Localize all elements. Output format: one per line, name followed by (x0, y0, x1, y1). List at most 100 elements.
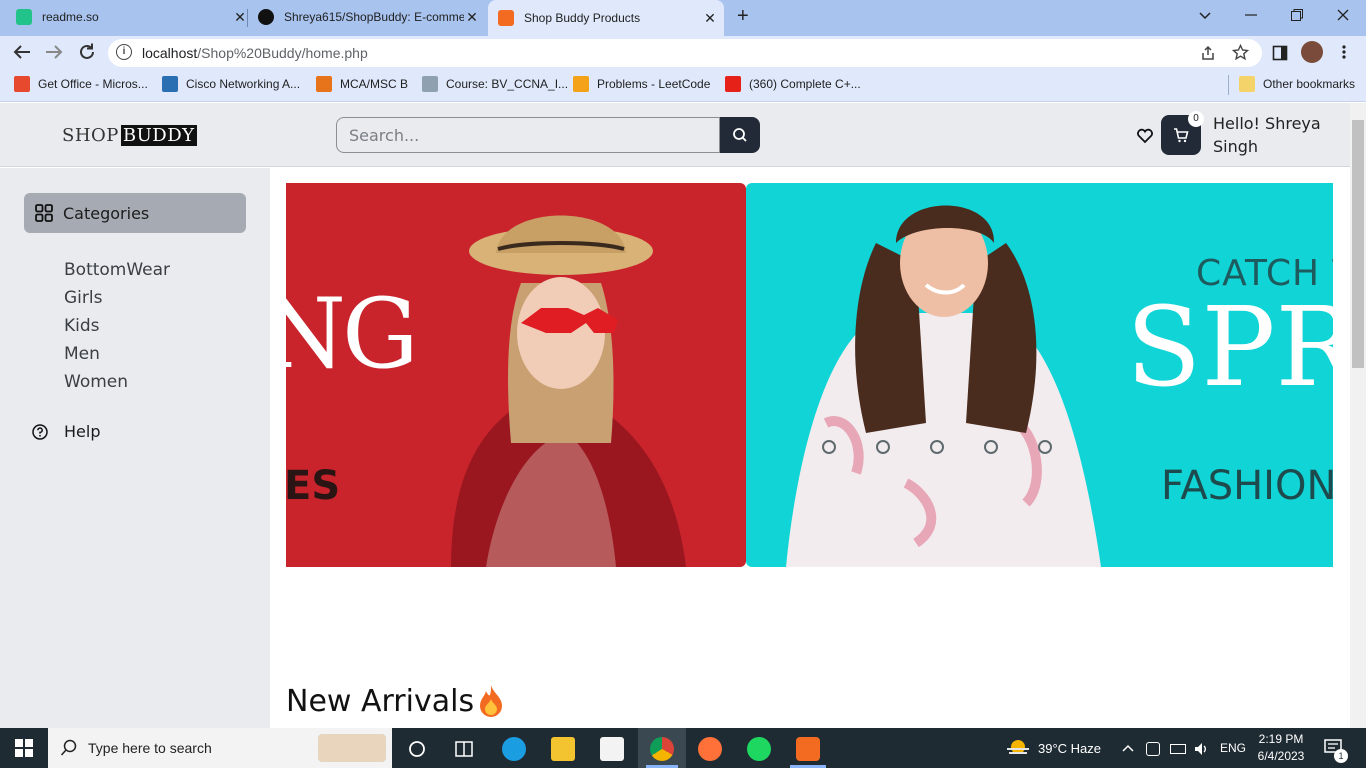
bookmark-mca[interactable]: MCA/MSC B (316, 76, 408, 92)
category-girls[interactable]: Girls (64, 284, 170, 312)
widgets-icon[interactable] (452, 737, 476, 761)
youtube-icon (725, 76, 741, 92)
hero-carousel[interactable]: NG ES CATCH THE (286, 183, 1333, 567)
folder-icon (1239, 76, 1255, 92)
carousel-dot[interactable] (876, 440, 890, 454)
help-label: Help (64, 422, 101, 441)
volume-icon[interactable] (1193, 741, 1209, 757)
search-input[interactable] (337, 118, 719, 152)
close-tab-icon[interactable]: ✕ (232, 9, 248, 26)
tab-title: readme.so (42, 10, 99, 24)
close-tab-icon[interactable]: ✕ (702, 10, 718, 27)
search-button[interactable] (720, 117, 760, 153)
bookmark-label: Problems - LeetCode (597, 77, 711, 91)
tab-title: Shop Buddy Products (524, 11, 641, 25)
carousel-slide-red[interactable]: NG ES (286, 183, 746, 567)
chrome-menu-icon[interactable] (1338, 44, 1350, 60)
sidebar: Categories BottomWear Girls Kids Men Wom… (0, 168, 270, 728)
carousel-dot[interactable] (930, 440, 944, 454)
user-greeting[interactable]: Hello! Shreya Singh (1213, 112, 1333, 158)
category-women[interactable]: Women (64, 368, 170, 396)
weather-haze-icon[interactable] (1005, 737, 1031, 759)
search-highlight-image (318, 734, 386, 762)
carousel-dot[interactable] (984, 440, 998, 454)
carousel-dot[interactable] (822, 440, 836, 454)
slide-headline-text: SPRIN (1126, 283, 1333, 411)
leetcode-icon (573, 76, 589, 92)
notification-count-badge: 1 (1334, 749, 1348, 763)
new-arrivals-heading: New Arrivals (286, 683, 506, 719)
weather-text[interactable]: 39°C Haze (1038, 741, 1101, 756)
xampp-icon[interactable] (796, 737, 820, 761)
taskbar-search-box[interactable]: Type here to search (48, 728, 392, 768)
edge-icon[interactable] (502, 737, 526, 761)
task-view-icon[interactable] (405, 737, 429, 761)
clock[interactable]: 2:19 PM 6/4/2023 (1256, 731, 1306, 765)
store-icon[interactable] (600, 737, 624, 761)
back-arrow-icon[interactable] (12, 43, 32, 61)
readme-favicon-icon (16, 9, 32, 25)
windows-start-icon[interactable] (15, 739, 33, 757)
battery-icon[interactable] (1170, 744, 1186, 754)
scrollbar-thumb[interactable] (1352, 120, 1364, 368)
language-indicator[interactable]: ENG (1220, 741, 1246, 755)
bookmark-get-office[interactable]: Get Office - Micros... (14, 76, 148, 92)
category-list: BottomWear Girls Kids Men Women (64, 256, 170, 396)
categories-button[interactable]: Categories (24, 193, 246, 233)
restore-icon[interactable] (1290, 8, 1304, 22)
forward-arrow-icon[interactable] (44, 43, 64, 61)
share-icon[interactable] (1200, 45, 1216, 61)
category-bottomwear[interactable]: BottomWear (64, 256, 170, 284)
tab-readme[interactable]: readme.so ✕ (16, 0, 248, 34)
slide-subtext: ES (286, 463, 341, 509)
profile-avatar[interactable] (1301, 41, 1323, 63)
close-tab-icon[interactable]: ✕ (464, 9, 480, 26)
carousel-indicators (822, 440, 1092, 454)
close-window-icon[interactable] (1336, 8, 1350, 22)
bookmark-label: Get Office - Micros... (38, 77, 148, 91)
other-bookmarks[interactable]: Other bookmarks (1239, 76, 1355, 92)
bookmark-youtube[interactable]: (360) Complete C+... (725, 76, 861, 92)
category-kids[interactable]: Kids (64, 312, 170, 340)
office-icon (14, 76, 30, 92)
tab-divider (247, 9, 248, 27)
site-info-icon[interactable]: i (116, 44, 132, 60)
spotify-icon[interactable] (747, 737, 771, 761)
reload-icon[interactable] (77, 42, 97, 62)
wishlist-heart-icon[interactable] (1136, 127, 1154, 145)
model-photo-teal (786, 205, 1101, 567)
grid-icon (35, 204, 53, 222)
minimize-icon[interactable] (1244, 8, 1258, 22)
logo-bold-text: BUDDY (120, 125, 197, 146)
web-page: SHOPBUDDY 0 Hello! Shreya Singh Categori… (0, 103, 1350, 728)
bookmark-leetcode[interactable]: Problems - LeetCode (573, 76, 710, 92)
url-text[interactable]: localhost/Shop%20Buddy/home.php (142, 45, 368, 61)
category-men[interactable]: Men (64, 340, 170, 368)
bookmark-label: MCA/MSC B (340, 77, 409, 91)
bookmark-course[interactable]: Course: BV_CCNA_I... (422, 76, 568, 92)
firefox-icon[interactable] (698, 737, 722, 761)
xampp-favicon-icon (498, 10, 514, 26)
bookmark-star-icon[interactable] (1232, 44, 1249, 61)
tab-github[interactable]: Shreya615/ShopBuddy: E-comme ✕ (258, 0, 480, 34)
classroom-icon (316, 76, 332, 92)
bookmarks-divider (1228, 75, 1229, 95)
help-link[interactable]: Help (32, 422, 100, 441)
fire-icon (480, 685, 503, 717)
chrome-icon[interactable] (650, 737, 674, 761)
tray-chevron-up-icon[interactable] (1121, 742, 1135, 754)
course-icon (422, 76, 438, 92)
file-explorer-icon[interactable] (551, 737, 575, 761)
logo-light-text: SHOP (62, 125, 119, 146)
tab-search-chevron-icon[interactable] (1198, 8, 1212, 22)
new-tab-button[interactable]: + (737, 5, 749, 28)
bookmark-cisco[interactable]: Cisco Networking A... (162, 76, 300, 92)
carousel-slide-teal[interactable]: CATCH THE SPRIN FASHION VI (746, 183, 1333, 567)
cisco-icon (162, 76, 178, 92)
tab-shop-buddy[interactable]: Shop Buddy Products ✕ (488, 0, 724, 36)
side-panel-icon[interactable] (1272, 45, 1288, 61)
shop-buddy-logo[interactable]: SHOP BUDDY (62, 125, 197, 146)
cart-count-badge: 0 (1188, 111, 1204, 127)
meet-now-icon[interactable] (1146, 742, 1160, 756)
carousel-dot[interactable] (1038, 440, 1052, 454)
